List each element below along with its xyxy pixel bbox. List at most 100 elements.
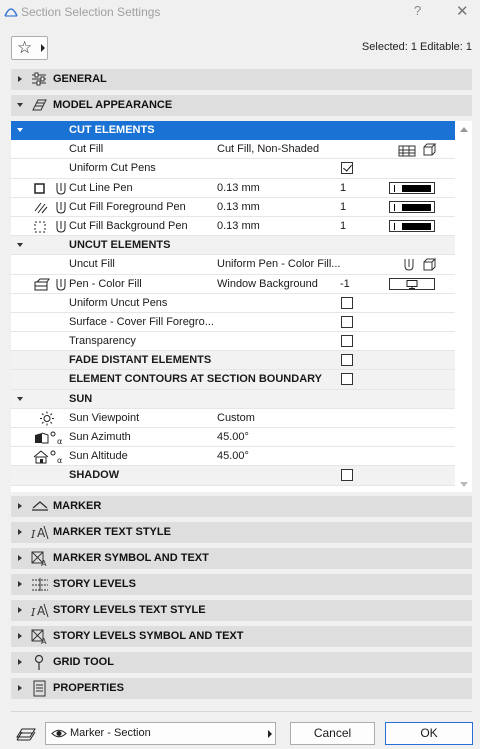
- row-uncut-fill[interactable]: Uncut Fill Uniform Pen - Color Fill...: [11, 255, 455, 275]
- pen-sample[interactable]: [389, 181, 435, 194]
- marker-icon: [32, 501, 48, 511]
- scroll-up-arrow[interactable]: [460, 127, 468, 132]
- row-sun-azimuth[interactable]: α Sun Azimuth 45.00°: [11, 428, 455, 448]
- section-story-levels-symbol-and-text[interactable]: A STORY LEVELS SYMBOL AND TEXT: [11, 626, 472, 647]
- collapse-arrow-icon: [17, 396, 23, 401]
- marker-type-select[interactable]: Marker - Section: [45, 722, 276, 745]
- collapse-arrow-icon: [17, 128, 23, 132]
- row-surface-cover-fill[interactable]: Surface - Cover Fill Foregro...: [11, 313, 455, 333]
- marker-select-label: Marker - Section: [70, 727, 151, 739]
- transparency-checkbox[interactable]: [341, 335, 353, 348]
- uniform-cut-pens-checkbox[interactable]: [341, 162, 353, 175]
- fade-distant-elements-checkbox[interactable]: [341, 354, 353, 367]
- pen-sample[interactable]: [389, 200, 435, 213]
- group-uncut-elements[interactable]: UNCUT ELEMENTS: [11, 236, 455, 256]
- svg-text:I: I: [30, 528, 36, 541]
- row-pen-color-fill[interactable]: Pen - Color Fill Window Background -1: [11, 275, 455, 294]
- section-label: GENERAL: [53, 73, 107, 85]
- pen-number[interactable]: 1: [340, 182, 346, 194]
- sun-altitude-icon: α: [33, 450, 62, 464]
- property-value[interactable]: Uniform Pen - Color Fill...: [217, 258, 347, 270]
- section-label: STORY LEVELS: [53, 578, 136, 590]
- row-cut-fill[interactable]: Cut Fill Cut Fill, Non-Shaded: [11, 140, 455, 160]
- favorites-button[interactable]: ☆: [11, 36, 48, 60]
- expand-arrow-icon: [18, 503, 22, 509]
- svg-text:I: I: [30, 606, 36, 619]
- pen-number[interactable]: 1: [340, 220, 346, 232]
- svg-text:A: A: [41, 559, 47, 567]
- footer-divider: [11, 711, 472, 712]
- pen-number[interactable]: -1: [340, 278, 350, 290]
- element-contours-checkbox[interactable]: [341, 373, 353, 386]
- uniform-uncut-pens-checkbox[interactable]: [341, 296, 353, 309]
- title-bar: Section Selection Settings ? ✕: [0, 0, 480, 24]
- scroll-down-arrow[interactable]: [460, 482, 468, 487]
- svg-text:A: A: [41, 637, 47, 645]
- row-fade-distant-elements[interactable]: FADE DISTANT ELEMENTS: [11, 351, 455, 371]
- section-label: MARKER TEXT STYLE: [53, 526, 171, 538]
- property-value: 0.13 mm: [217, 200, 260, 213]
- pen-sample[interactable]: [389, 219, 435, 232]
- row-element-contours[interactable]: ELEMENT CONTOURS AT SECTION BOUNDARY: [11, 370, 455, 390]
- pen-fill-icon[interactable]: [397, 257, 437, 272]
- property-name: Cut Line Pen: [69, 181, 133, 194]
- property-name: Cut Fill Foreground Pen: [69, 200, 186, 213]
- ok-button[interactable]: OK: [385, 722, 473, 745]
- general-settings-icon: [32, 72, 46, 86]
- group-sun[interactable]: SUN: [11, 389, 455, 409]
- section-marker[interactable]: MARKER: [11, 496, 472, 517]
- fill-foreground-pen-icon: [34, 201, 66, 214]
- row-uniform-uncut-pens[interactable]: Uniform Uncut Pens: [11, 294, 455, 313]
- property-name: Sun Azimuth: [69, 431, 131, 443]
- property-value[interactable]: Cut Fill, Non-Shaded: [217, 143, 347, 155]
- properties-icon: [33, 680, 46, 697]
- help-button[interactable]: ?: [414, 3, 421, 18]
- section-model-appearance[interactable]: MODEL APPEARANCE: [11, 95, 472, 116]
- section-label: STORY LEVELS SYMBOL AND TEXT: [53, 630, 244, 642]
- section-story-levels-text-style[interactable]: I A STORY LEVELS TEXT STYLE: [11, 600, 472, 621]
- property-list: CUT ELEMENTS Cut Fill Cut Fill, Non-Shad…: [11, 121, 455, 486]
- row-sun-viewpoint[interactable]: Sun Viewpoint Custom: [11, 409, 455, 428]
- section-story-levels[interactable]: STORY LEVELS: [11, 574, 472, 595]
- row-shadow[interactable]: SHADOW: [11, 466, 455, 486]
- expand-arrow-icon: [18, 685, 22, 691]
- selection-count: Selected: 1 Editable: 1: [361, 41, 472, 53]
- section-marker-symbol-and-text[interactable]: A MARKER SYMBOL AND TEXT: [11, 548, 472, 569]
- fill-pattern-icon[interactable]: [397, 142, 437, 157]
- star-icon: ☆: [17, 38, 33, 57]
- row-cut-fill-background-pen[interactable]: Cut Fill Background Pen 0.13 mm 1: [11, 217, 455, 237]
- section-properties[interactable]: PROPERTIES: [11, 678, 472, 699]
- property-value: 45.00°: [217, 431, 249, 443]
- symbol-text-icon: A: [31, 551, 47, 567]
- section-label: MODEL APPEARANCE: [53, 99, 173, 111]
- archicad-app-icon: [4, 8, 18, 17]
- surface-cover-fill-checkbox[interactable]: [341, 315, 353, 328]
- eye-icon: [51, 729, 67, 738]
- row-transparency[interactable]: Transparency: [11, 332, 455, 352]
- shadow-checkbox[interactable]: [341, 469, 353, 482]
- cancel-button[interactable]: Cancel: [290, 722, 375, 745]
- property-value: Window Background: [217, 277, 318, 290]
- group-label: CUT ELEMENTS: [69, 124, 155, 136]
- close-button[interactable]: ✕: [456, 2, 469, 20]
- row-sun-altitude[interactable]: α Sun Altitude 45.00°: [11, 447, 455, 467]
- row-uniform-cut-pens[interactable]: Uniform Cut Pens: [11, 159, 455, 179]
- fill-background-pen-icon: [34, 220, 66, 233]
- grid-tool-icon: [34, 654, 44, 670]
- text-style-icon: I A: [30, 603, 49, 619]
- section-marker-text-style[interactable]: I A MARKER TEXT STYLE: [11, 522, 472, 543]
- row-cut-fill-foreground-pen[interactable]: Cut Fill Foreground Pen 0.13 mm 1: [11, 198, 455, 217]
- sun-icon: [40, 411, 54, 426]
- pen-number[interactable]: 1: [340, 201, 346, 213]
- expand-arrow-icon: [18, 581, 22, 587]
- svg-text:α: α: [57, 456, 62, 464]
- group-cut-elements[interactable]: CUT ELEMENTS: [11, 121, 455, 141]
- svg-text:α: α: [57, 437, 62, 445]
- section-grid-tool[interactable]: GRID TOOL: [11, 652, 472, 673]
- property-name: Uniform Cut Pens: [69, 162, 156, 175]
- property-name: Uniform Uncut Pens: [69, 296, 168, 309]
- section-general[interactable]: GENERAL: [11, 69, 472, 90]
- monitor-sample[interactable]: [389, 277, 435, 290]
- expand-arrow-icon: [18, 633, 22, 639]
- row-cut-line-pen[interactable]: Cut Line Pen 0.13 mm 1: [11, 179, 455, 198]
